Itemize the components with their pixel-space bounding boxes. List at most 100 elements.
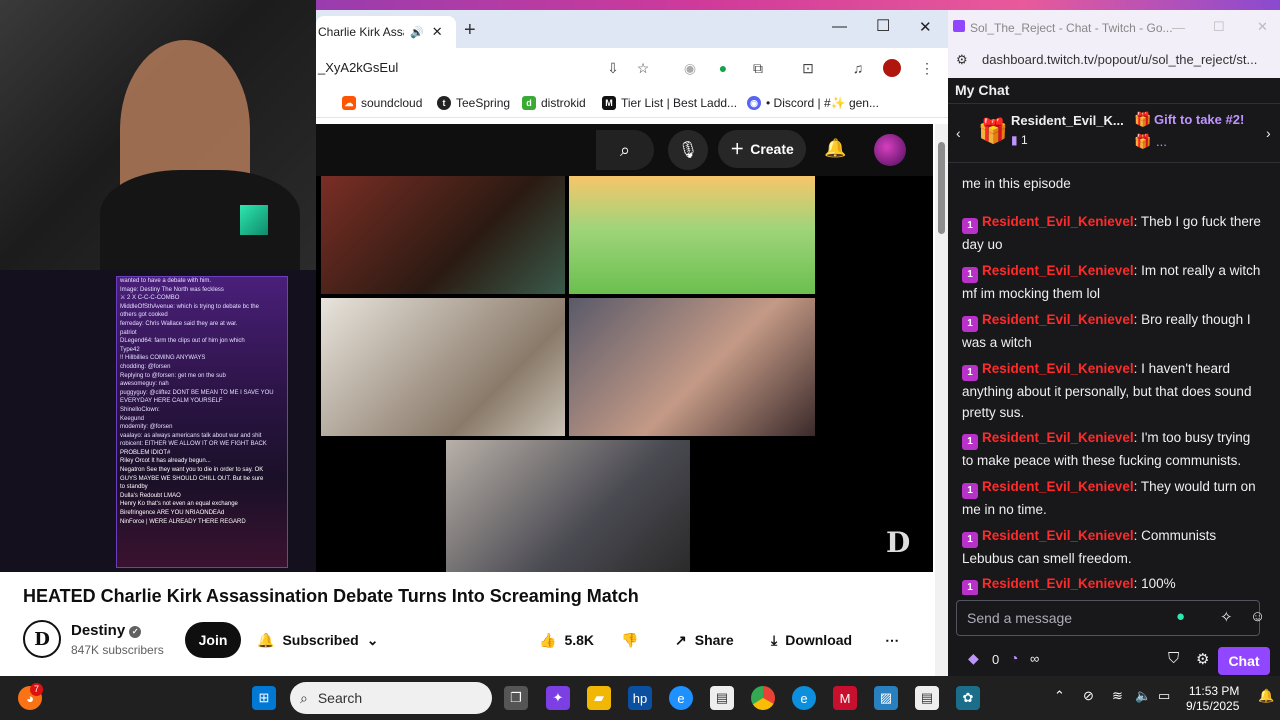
overlay-chat-line: modernity: @forsen — [120, 424, 173, 431]
speaker-icon[interactable]: 🔊 — [410, 26, 424, 39]
task-view-icon[interactable]: ❐ — [504, 686, 528, 710]
create-button[interactable]: ＋ Create — [718, 130, 806, 168]
chevron-up-icon[interactable]: ⌃ — [1054, 688, 1065, 704]
notepad-icon[interactable]: ▤ — [915, 686, 939, 710]
chrome-icon[interactable] — [751, 686, 775, 710]
download-label: Download — [785, 632, 853, 648]
chat-username[interactable]: Resident_Evil_Kenievel — [982, 430, 1134, 445]
gift-text: Gift to take #2! — [1154, 112, 1245, 127]
notifications-icon[interactable]: 🔔 — [1258, 688, 1274, 704]
overlay-chat-line: ⚔ 2 X C-C-C-COMBO — [120, 295, 180, 302]
tab-close-icon[interactable]: ✕ — [432, 24, 443, 40]
bits-count: 0 — [992, 652, 1000, 667]
subscribed-button[interactable]: 🔔 Subscribed ⌄ — [257, 622, 378, 658]
battery-icon[interactable]: ▭ — [1158, 688, 1170, 704]
channel-avatar[interactable]: D — [23, 620, 61, 658]
account-avatar[interactable] — [874, 134, 906, 166]
channel-points-icon[interactable]: ◔ — [1010, 650, 1018, 666]
bookmark-discord[interactable]: ◉ • Discord | #✨ gen... — [747, 96, 879, 110]
document-icon[interactable]: ▤ — [710, 686, 734, 710]
volume-icon[interactable]: 🔈 — [1135, 688, 1151, 704]
network-off-icon[interactable]: ⊘ — [1083, 688, 1094, 704]
magic-wand-icon[interactable]: ✧ — [1220, 608, 1233, 626]
maximize-icon[interactable]: ☐ — [1213, 19, 1225, 35]
profile-avatar[interactable] — [883, 59, 901, 77]
notifications-bell-icon[interactable]: 🔔 — [824, 138, 846, 159]
bookmark-soundcloud[interactable]: ☁ soundcloud — [342, 96, 422, 110]
app-icon[interactable]: ✿ — [956, 686, 980, 710]
install-app-icon[interactable]: ⇩ — [605, 60, 621, 76]
bookmark-tier-list[interactable]: M Tier List | Best Ladd... — [602, 96, 737, 110]
streamer-shirt — [100, 170, 300, 270]
copilot-icon[interactable]: ✦ — [546, 686, 570, 710]
chat-send-button[interactable]: Chat — [1218, 647, 1270, 675]
camera-icon[interactable]: ◉ — [682, 60, 698, 76]
minimize-icon[interactable]: — — [832, 18, 847, 35]
like-button[interactable]: 👍 5.8K — [539, 622, 594, 658]
search-icon[interactable]: ⌕ — [596, 130, 654, 170]
video-player[interactable]: D — [316, 176, 933, 572]
maximize-icon[interactable]: ☐ — [876, 16, 890, 36]
mcafee-icon[interactable]: M — [833, 686, 857, 710]
browser-tab-active[interactable]: Charlie Kirk Assass 🔊 ✕ — [316, 16, 456, 48]
bookmark-star-icon[interactable]: ☆ — [635, 60, 651, 76]
share-button[interactable]: ↗ Share — [675, 622, 734, 658]
grammarly-icon[interactable]: ● — [1176, 608, 1185, 625]
bookmark-teespring[interactable]: t TeeSpring — [437, 96, 510, 110]
video-info-panel: HEATED Charlie Kirk Assassination Debate… — [0, 572, 933, 676]
twitch-url[interactable]: dashboard.twitch.tv/popout/u/sol_the_rej… — [982, 52, 1257, 67]
channel-name-link[interactable]: Destiny ✓ — [71, 622, 142, 639]
more-actions-icon[interactable]: ⋯ — [885, 622, 899, 658]
shield-icon[interactable]: ⛉ — [1168, 650, 1179, 667]
grammarly-icon[interactable]: ● — [715, 60, 731, 76]
screenshot-icon[interactable]: ⊡ — [800, 60, 816, 76]
bits-icon[interactable]: ◆ — [968, 650, 979, 667]
chat-username[interactable]: Resident_Evil_Kenievel — [982, 361, 1134, 376]
address-bar[interactable]: _XyA2kGsEul — [318, 60, 398, 75]
system-clock[interactable]: 11:53 PM 9/15/2025 — [1186, 684, 1239, 714]
scroll-thumb[interactable] — [938, 142, 945, 234]
close-window-icon[interactable]: ✕ — [1257, 19, 1268, 35]
edge-beta-icon[interactable]: e — [669, 686, 693, 710]
hp-app-icon[interactable]: hp — [628, 686, 652, 710]
edge-icon[interactable]: e — [792, 686, 816, 710]
chat-username[interactable]: Resident_Evil_Kenievel — [982, 214, 1134, 229]
chat-username[interactable]: Resident_Evil_Kenievel — [982, 528, 1134, 543]
file-explorer-icon[interactable]: ▰ — [587, 686, 611, 710]
taskbar-search[interactable]: ⌕ Search — [290, 682, 492, 714]
more-menu-icon[interactable]: ⋮ — [919, 60, 935, 76]
page-scrollbar[interactable] — [935, 124, 948, 676]
site-info-icon[interactable]: ⚙ — [956, 52, 968, 68]
chat-message: 1 Resident_Evil_Kenievel: Bro really thou… — [962, 312, 1251, 350]
chevron-left-icon[interactable]: ‹ — [956, 125, 961, 141]
chat-username[interactable]: Resident_Evil_Kenievel — [982, 263, 1134, 278]
verified-check-icon: ✓ — [129, 626, 142, 638]
bell-icon: 🔔 — [257, 631, 275, 648]
chat-username[interactable]: Resident_Evil_Kenievel — [982, 312, 1134, 327]
extensions-icon[interactable]: ⧉ — [750, 60, 766, 76]
windows-start-icon[interactable]: ⊞ — [252, 686, 276, 710]
gear-icon[interactable]: ⚙ — [1196, 650, 1209, 668]
overlay-chat-line: robicent: EITHER WE ALLOW IT OR WE FIGHT… — [120, 441, 267, 448]
gift-username[interactable]: Resident_Evil_K... — [1011, 113, 1124, 128]
chevron-right-icon[interactable]: › — [1266, 125, 1271, 141]
wifi-icon[interactable]: ≋ — [1112, 688, 1123, 704]
dislike-button[interactable]: 👎 — [621, 622, 638, 658]
video-tile-guest-bottom — [446, 440, 690, 572]
overlay-chat-line: Riley Orcot It has already begun... — [120, 458, 211, 465]
join-button[interactable]: Join — [185, 622, 241, 658]
download-button[interactable]: ⤓ Download — [771, 622, 852, 658]
close-window-icon[interactable]: ✕ — [919, 18, 932, 36]
microphone-icon[interactable]: 🎙 — [668, 130, 708, 170]
bookmark-distrokid[interactable]: d distrokid — [522, 96, 586, 110]
media-control-icon[interactable]: ♫ — [850, 60, 866, 76]
chat-username[interactable]: Resident_Evil_Kenievel — [982, 576, 1134, 591]
bookmarks-bar: ☁ soundcloud t TeeSpring d distrokid M T… — [316, 88, 948, 118]
emote-smiley-icon[interactable]: ☺ — [1250, 608, 1265, 625]
minimize-icon[interactable]: — — [1172, 20, 1185, 35]
chat-input[interactable]: Send a message — [956, 600, 1260, 636]
new-tab-icon[interactable]: + — [464, 19, 476, 42]
chat-username[interactable]: Resident_Evil_Kenievel — [982, 479, 1134, 494]
photos-icon[interactable]: ▨ — [874, 686, 898, 710]
streamer-webcam — [0, 0, 316, 270]
